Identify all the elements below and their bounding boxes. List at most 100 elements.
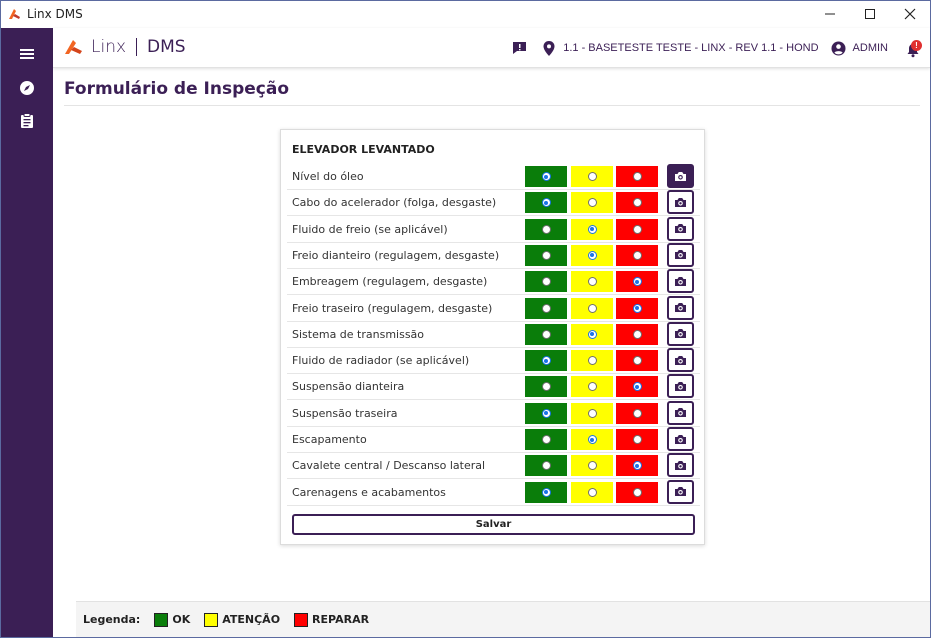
photo-button[interactable] [667, 164, 694, 188]
radio-ok[interactable] [541, 224, 551, 234]
status-option-reparar[interactable] [616, 376, 658, 398]
photo-button[interactable] [667, 269, 694, 294]
menu-button[interactable] [15, 42, 39, 66]
radio-atencao[interactable] [587, 250, 597, 260]
radio-reparar[interactable] [632, 303, 642, 313]
radio-ok[interactable] [541, 461, 551, 471]
status-option-ok[interactable] [525, 350, 567, 372]
radio-ok[interactable] [541, 172, 551, 181]
status-option-atencao[interactable] [571, 376, 613, 398]
status-option-reparar[interactable] [616, 244, 658, 266]
status-option-atencao[interactable] [571, 481, 613, 503]
status-option-atencao[interactable] [571, 350, 613, 372]
status-option-ok[interactable] [525, 481, 567, 503]
radio-reparar[interactable] [632, 356, 642, 366]
photo-button[interactable] [667, 242, 694, 267]
photo-button[interactable] [667, 348, 694, 373]
status-option-atencao[interactable] [571, 297, 613, 319]
radio-atencao[interactable] [587, 224, 597, 234]
radio-reparar[interactable] [632, 277, 642, 287]
status-option-atencao[interactable] [571, 218, 613, 240]
radio-ok[interactable] [541, 356, 551, 366]
photo-button[interactable] [667, 321, 694, 346]
radio-ok[interactable] [541, 487, 551, 497]
location-selector[interactable]: 1.1 - BASETESTE TESTE - LINX - REV 1.1 -… [543, 40, 819, 56]
radio-reparar[interactable] [632, 382, 642, 392]
status-option-ok[interactable] [525, 192, 567, 214]
status-option-reparar[interactable] [616, 166, 658, 187]
radio-ok[interactable] [541, 329, 551, 339]
radio-ok[interactable] [541, 250, 551, 260]
radio-atencao[interactable] [587, 408, 597, 418]
radio-ok[interactable] [541, 382, 551, 392]
radio-ok[interactable] [541, 303, 551, 313]
photo-button[interactable] [667, 400, 694, 425]
status-option-reparar[interactable] [616, 481, 658, 503]
radio-reparar[interactable] [632, 461, 642, 471]
status-option-ok[interactable] [525, 429, 567, 450]
status-option-atencao[interactable] [571, 166, 613, 187]
status-option-ok[interactable] [525, 218, 567, 240]
status-option-atencao[interactable] [571, 455, 613, 477]
radio-ok[interactable] [541, 277, 551, 287]
minimize-button[interactable] [810, 1, 850, 27]
status-option-ok[interactable] [525, 455, 567, 477]
status-option-ok[interactable] [525, 323, 567, 345]
radio-ok[interactable] [541, 408, 551, 418]
radio-atencao[interactable] [587, 198, 597, 208]
radio-reparar[interactable] [632, 172, 642, 181]
radio-atencao[interactable] [587, 356, 597, 366]
radio-reparar[interactable] [632, 329, 642, 339]
status-option-atencao[interactable] [571, 429, 613, 450]
radio-atencao[interactable] [587, 487, 597, 497]
status-option-reparar[interactable] [616, 455, 658, 477]
radio-ok[interactable] [541, 198, 551, 208]
status-option-reparar[interactable] [616, 350, 658, 372]
photo-button[interactable] [667, 453, 694, 478]
notifications-button[interactable]: ! [902, 37, 924, 59]
status-option-atencao[interactable] [571, 192, 613, 214]
status-option-reparar[interactable] [616, 271, 658, 293]
radio-atencao[interactable] [587, 303, 597, 313]
radio-atencao[interactable] [587, 329, 597, 339]
photo-button[interactable] [667, 295, 694, 320]
close-button[interactable] [890, 1, 930, 27]
status-option-atencao[interactable] [571, 402, 613, 424]
user-menu[interactable]: ADMIN [831, 41, 888, 56]
radio-reparar[interactable] [632, 408, 642, 418]
feedback-button[interactable] [512, 41, 527, 55]
radio-reparar[interactable] [632, 435, 642, 444]
radio-reparar[interactable] [632, 250, 642, 260]
radio-atencao[interactable] [587, 382, 597, 392]
clipboard-button[interactable] [15, 109, 39, 133]
status-option-reparar[interactable] [616, 192, 658, 214]
status-option-ok[interactable] [525, 166, 567, 187]
photo-button[interactable] [667, 190, 694, 215]
brand-logo[interactable]: Linx DMS [63, 37, 186, 57]
status-option-reparar[interactable] [616, 323, 658, 345]
status-option-reparar[interactable] [616, 297, 658, 319]
status-option-ok[interactable] [525, 376, 567, 398]
status-option-atencao[interactable] [571, 271, 613, 293]
photo-button[interactable] [667, 427, 694, 451]
radio-reparar[interactable] [632, 198, 642, 208]
status-option-reparar[interactable] [616, 218, 658, 240]
radio-atencao[interactable] [587, 461, 597, 471]
status-option-ok[interactable] [525, 244, 567, 266]
status-option-reparar[interactable] [616, 402, 658, 424]
radio-ok[interactable] [541, 435, 551, 444]
radio-atencao[interactable] [587, 435, 597, 444]
compass-button[interactable] [15, 76, 39, 100]
status-option-ok[interactable] [525, 297, 567, 319]
status-option-ok[interactable] [525, 271, 567, 293]
photo-button[interactable] [667, 216, 694, 241]
status-option-atencao[interactable] [571, 244, 613, 266]
status-option-atencao[interactable] [571, 323, 613, 345]
maximize-button[interactable] [850, 1, 890, 27]
radio-atencao[interactable] [587, 172, 597, 181]
radio-atencao[interactable] [587, 277, 597, 287]
save-button[interactable]: Salvar [292, 514, 695, 535]
radio-reparar[interactable] [632, 224, 642, 234]
status-option-ok[interactable] [525, 402, 567, 424]
status-option-reparar[interactable] [616, 429, 658, 450]
